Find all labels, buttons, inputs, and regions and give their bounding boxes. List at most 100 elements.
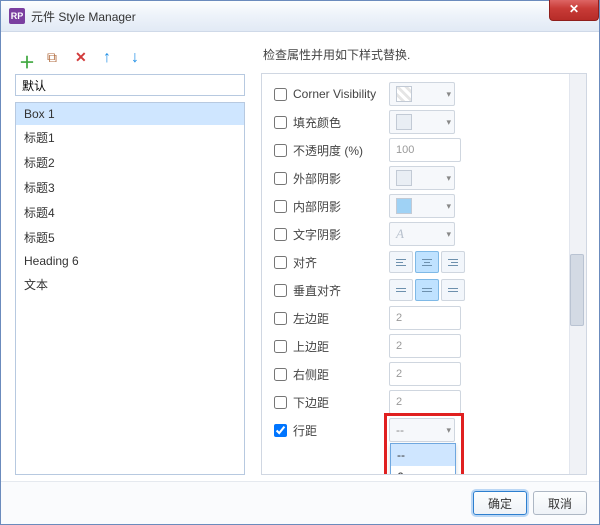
prop-text-shadow: 文字阴影 A▾ <box>272 220 582 248</box>
chevron-down-icon: ▾ <box>446 117 451 128</box>
valign-middle-button[interactable] <box>415 279 439 301</box>
prop-label: Corner Visibility <box>293 87 389 101</box>
properties-panel: Corner Visibility ▾ 填充颜色 ▾ 不透明度 (%) 100 … <box>261 73 587 475</box>
prop-pad-bottom: 下边距 2 <box>272 388 582 416</box>
valign-top-button[interactable] <box>389 279 413 301</box>
prop-fill-color: 填充颜色 ▾ <box>272 108 582 136</box>
line-spacing-dropdown-list[interactable]: -- 6 7 8 <box>390 443 456 475</box>
list-item[interactable]: 标题3 <box>16 175 244 200</box>
ok-button[interactable]: 确定 <box>473 491 527 515</box>
style-list[interactable]: Box 1 标题1 标题2 标题3 标题4 标题5 Heading 6 文本 <box>15 102 245 475</box>
list-item[interactable]: 标题4 <box>16 200 244 225</box>
prop-pad-right: 右侧距 2 <box>272 360 582 388</box>
prop-label: 外部阴影 <box>293 170 389 187</box>
prop-label: 对齐 <box>293 254 389 271</box>
titlebar: RP 元件 Style Manager ✕ <box>1 1 599 32</box>
prop-inner-shadow: 内部阴影 ▾ <box>272 192 582 220</box>
delete-icon[interactable]: ✕ <box>75 49 89 63</box>
prop-pad-top: 上边距 2 <box>272 332 582 360</box>
opacity-input[interactable]: 100 <box>389 138 461 162</box>
inner-shadow-control[interactable]: ▾ <box>389 194 455 218</box>
prop-opacity: 不透明度 (%) 100 <box>272 136 582 164</box>
shadow-swatch-icon <box>396 198 412 214</box>
prop-label: 内部阴影 <box>293 198 389 215</box>
fill-color-control[interactable]: ▾ <box>389 110 455 134</box>
text-shadow-control[interactable]: A▾ <box>389 222 455 246</box>
shadow-swatch-icon <box>396 170 412 186</box>
list-item[interactable]: 标题5 <box>16 225 244 250</box>
valign-bottom-button[interactable] <box>441 279 465 301</box>
text-shadow-checkbox[interactable] <box>274 228 287 241</box>
dropdown-option[interactable]: -- <box>391 444 455 466</box>
content-area: ＋ ⧉ ✕ ↑ ↓ Box 1 标题1 标题2 标题3 标题4 标题5 Head… <box>1 32 599 483</box>
opacity-checkbox[interactable] <box>274 144 287 157</box>
outer-shadow-control[interactable]: ▾ <box>389 166 455 190</box>
list-item[interactable]: Heading 6 <box>16 250 244 272</box>
dropdown-option[interactable]: 6 <box>391 466 455 475</box>
cancel-button[interactable]: 取消 <box>533 491 587 515</box>
align-right-button[interactable] <box>441 251 465 273</box>
prop-label: 左边距 <box>293 310 389 327</box>
outer-shadow-checkbox[interactable] <box>274 172 287 185</box>
chevron-down-icon: ▾ <box>446 229 451 240</box>
move-down-icon[interactable]: ↓ <box>131 49 145 63</box>
close-button[interactable]: ✕ <box>549 0 599 21</box>
prop-label: 垂直对齐 <box>293 282 389 299</box>
align-center-button[interactable] <box>415 251 439 273</box>
pad-left-input[interactable]: 2 <box>389 306 461 330</box>
dialog-button-bar: 确定 取消 <box>1 481 599 524</box>
left-pane: ＋ ⧉ ✕ ↑ ↓ Box 1 标题1 标题2 标题3 标题4 标题5 Head… <box>15 42 245 475</box>
halign-group <box>389 251 465 273</box>
window-title: 元件 Style Manager <box>31 8 136 25</box>
pad-bottom-checkbox[interactable] <box>274 396 287 409</box>
prop-line-spacing: 行距 -- ▾ <box>272 416 582 444</box>
style-name-input[interactable] <box>15 74 245 96</box>
pad-top-checkbox[interactable] <box>274 340 287 353</box>
style-manager-window: RP 元件 Style Manager ✕ ＋ ⧉ ✕ ↑ ↓ Box 1 标题… <box>0 0 600 525</box>
prop-label: 填充颜色 <box>293 114 389 131</box>
line-spacing-checkbox[interactable] <box>274 424 287 437</box>
prop-label: 下边距 <box>293 394 389 411</box>
chevron-down-icon: ▾ <box>446 173 451 184</box>
pad-right-input[interactable]: 2 <box>389 362 461 386</box>
right-pane: 检查属性并用如下样式替换. Corner Visibility ▾ 填充颜色 ▾… <box>245 42 587 475</box>
corner-visibility-control[interactable]: ▾ <box>389 82 455 106</box>
scrollbar-thumb[interactable] <box>570 254 584 326</box>
chevron-down-icon: ▾ <box>446 425 451 436</box>
prop-label: 不透明度 (%) <box>293 142 389 159</box>
pad-top-input[interactable]: 2 <box>389 334 461 358</box>
move-up-icon[interactable]: ↑ <box>103 49 117 63</box>
pad-bottom-input[interactable]: 2 <box>389 390 461 414</box>
list-item[interactable]: 标题2 <box>16 150 244 175</box>
app-icon: RP <box>9 8 25 24</box>
pad-right-checkbox[interactable] <box>274 368 287 381</box>
prop-halign: 对齐 <box>272 248 582 276</box>
prop-label: 文字阴影 <box>293 226 389 243</box>
prop-pad-left: 左边距 2 <box>272 304 582 332</box>
inner-shadow-checkbox[interactable] <box>274 200 287 213</box>
pad-left-checkbox[interactable] <box>274 312 287 325</box>
text-shadow-icon: A <box>396 226 404 242</box>
scrollbar-track[interactable] <box>569 74 586 474</box>
corner-visibility-checkbox[interactable] <box>274 88 287 101</box>
list-item[interactable]: 标题1 <box>16 125 244 150</box>
add-icon[interactable]: ＋ <box>19 49 33 63</box>
prop-corner-visibility: Corner Visibility ▾ <box>272 80 582 108</box>
list-item[interactable]: Box 1 <box>16 103 244 125</box>
list-item[interactable]: 文本 <box>16 272 244 297</box>
valign-checkbox[interactable] <box>274 284 287 297</box>
line-spacing-dropdown[interactable]: -- ▾ <box>389 418 455 442</box>
close-icon: ✕ <box>569 2 579 16</box>
style-toolbar: ＋ ⧉ ✕ ↑ ↓ <box>15 42 245 74</box>
line-spacing-value: -- <box>396 423 404 437</box>
right-heading: 检查属性并用如下样式替换. <box>261 42 587 73</box>
align-left-button[interactable] <box>389 251 413 273</box>
duplicate-icon[interactable]: ⧉ <box>47 49 61 63</box>
color-swatch-icon <box>396 114 412 130</box>
fill-color-checkbox[interactable] <box>274 116 287 129</box>
halign-checkbox[interactable] <box>274 256 287 269</box>
square-icon <box>396 86 412 102</box>
prop-valign: 垂直对齐 <box>272 276 582 304</box>
prop-outer-shadow: 外部阴影 ▾ <box>272 164 582 192</box>
chevron-down-icon: ▾ <box>446 201 451 212</box>
